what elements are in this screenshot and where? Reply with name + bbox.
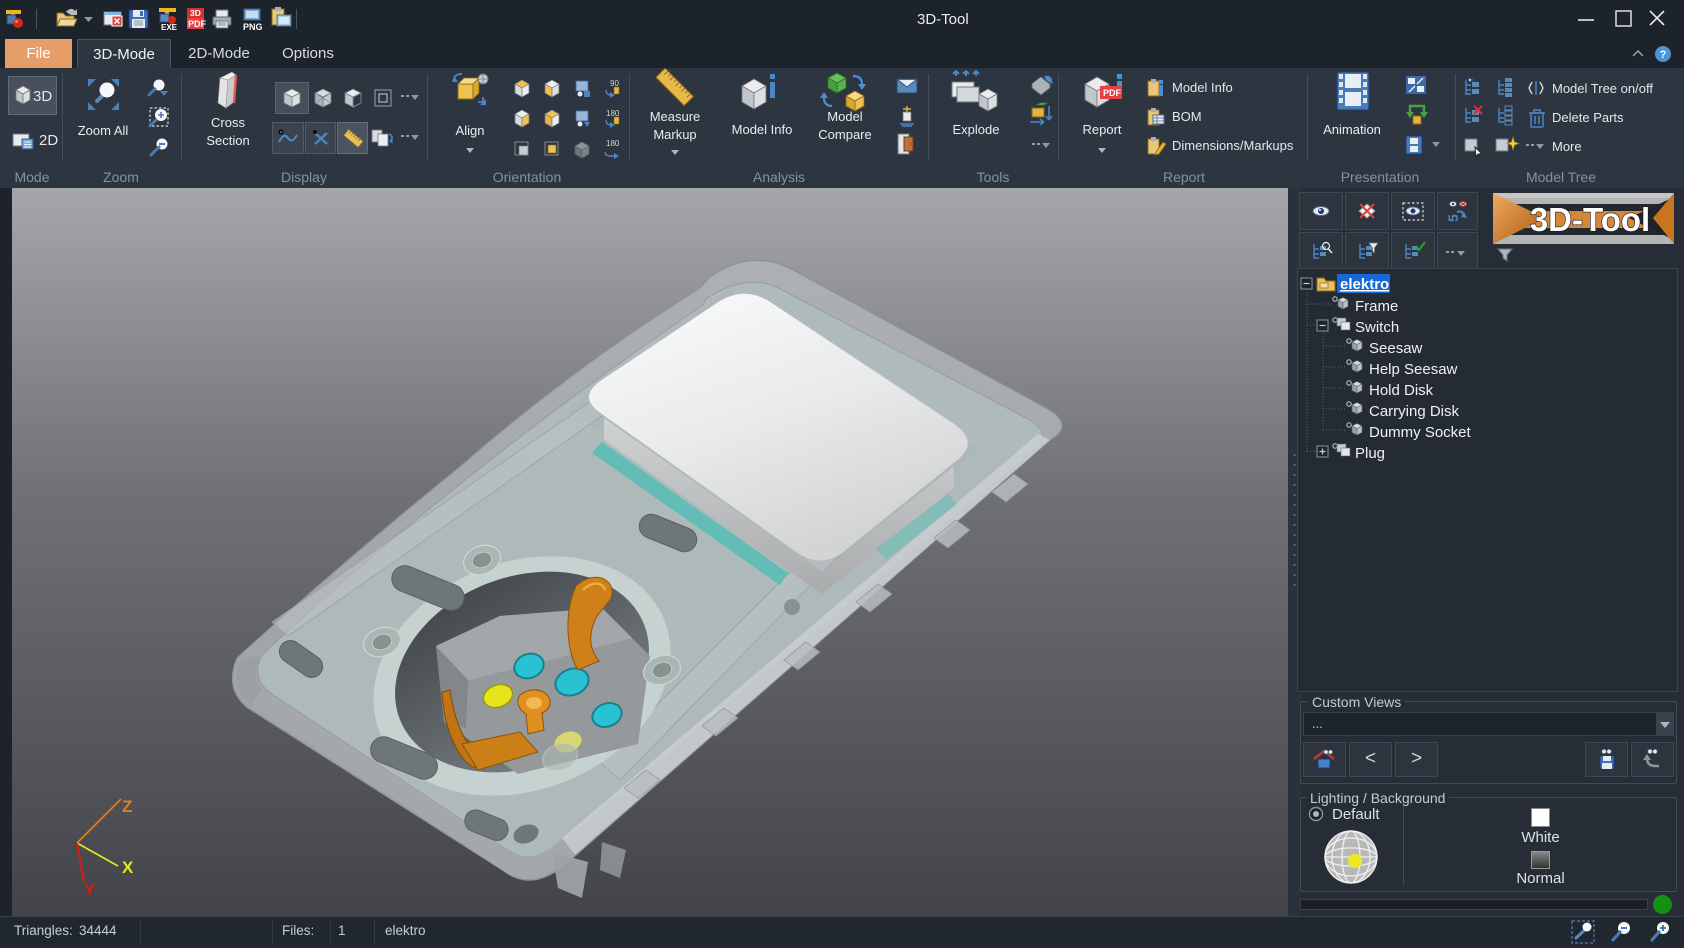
- svg-text:3D-Tool: 3D-Tool: [1530, 201, 1650, 238]
- svg-text:5: 5: [1445, 214, 1461, 222]
- svg-text:Frame: Frame: [1355, 298, 1398, 315]
- svg-text:Switch: Switch: [1355, 319, 1399, 336]
- svg-text:PNG: PNG: [243, 22, 263, 32]
- svg-text:Carrying Disk: Carrying Disk: [1369, 403, 1460, 420]
- svg-text:PDF: PDF: [1103, 88, 1122, 98]
- svg-text:Plug: Plug: [1355, 445, 1385, 462]
- svg-text:Hold Disk: Hold Disk: [1369, 382, 1434, 399]
- svg-text:elektro: elektro: [1340, 276, 1389, 293]
- svg-text:180: 180: [606, 109, 620, 118]
- svg-text:PDF: PDF: [188, 19, 207, 29]
- svg-text:90: 90: [610, 79, 619, 88]
- svg-text:Dummy Socket: Dummy Socket: [1369, 424, 1472, 441]
- svg-text:3D: 3D: [190, 8, 201, 18]
- svg-text:X: X: [122, 858, 134, 877]
- svg-text:180: 180: [606, 139, 620, 148]
- svg-text:EXE: EXE: [161, 23, 178, 32]
- svg-text:Y: Y: [84, 880, 96, 899]
- svg-text:Seesaw: Seesaw: [1369, 340, 1423, 357]
- svg-text:?: ?: [1660, 49, 1667, 61]
- svg-text:Help Seesaw: Help Seesaw: [1369, 361, 1458, 378]
- svg-text:Z: Z: [122, 797, 132, 816]
